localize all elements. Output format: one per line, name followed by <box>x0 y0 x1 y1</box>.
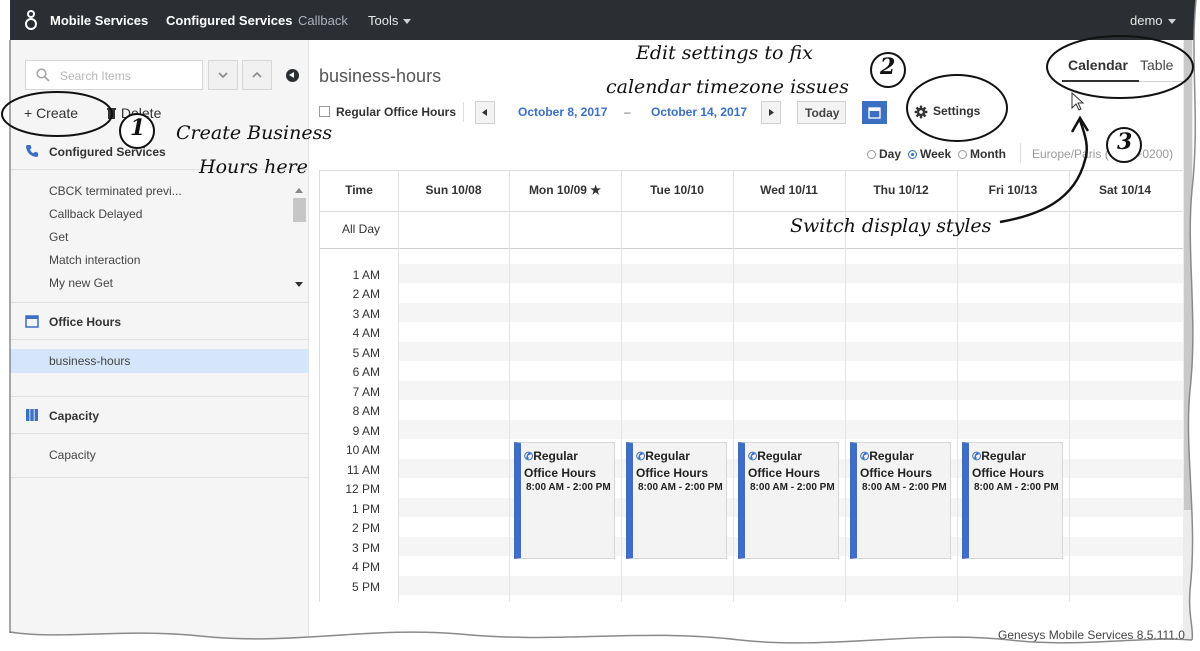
annotation-overlay <box>1 35 1194 224</box>
annotation-step1-text: Create Business <box>176 122 333 144</box>
annotation-step3-text: Switch display styles <box>790 215 992 237</box>
annotation-step2-text: Edit settings to fix <box>636 42 813 64</box>
annotation-step3-number: 3 <box>1117 129 1133 155</box>
annotation-step2-text: calendar timezone issues <box>606 76 849 98</box>
annotation-step2-number: 2 <box>880 54 896 80</box>
annotation-step1-number: 1 <box>130 115 146 141</box>
annotation-step1-text: Hours here <box>199 156 308 178</box>
